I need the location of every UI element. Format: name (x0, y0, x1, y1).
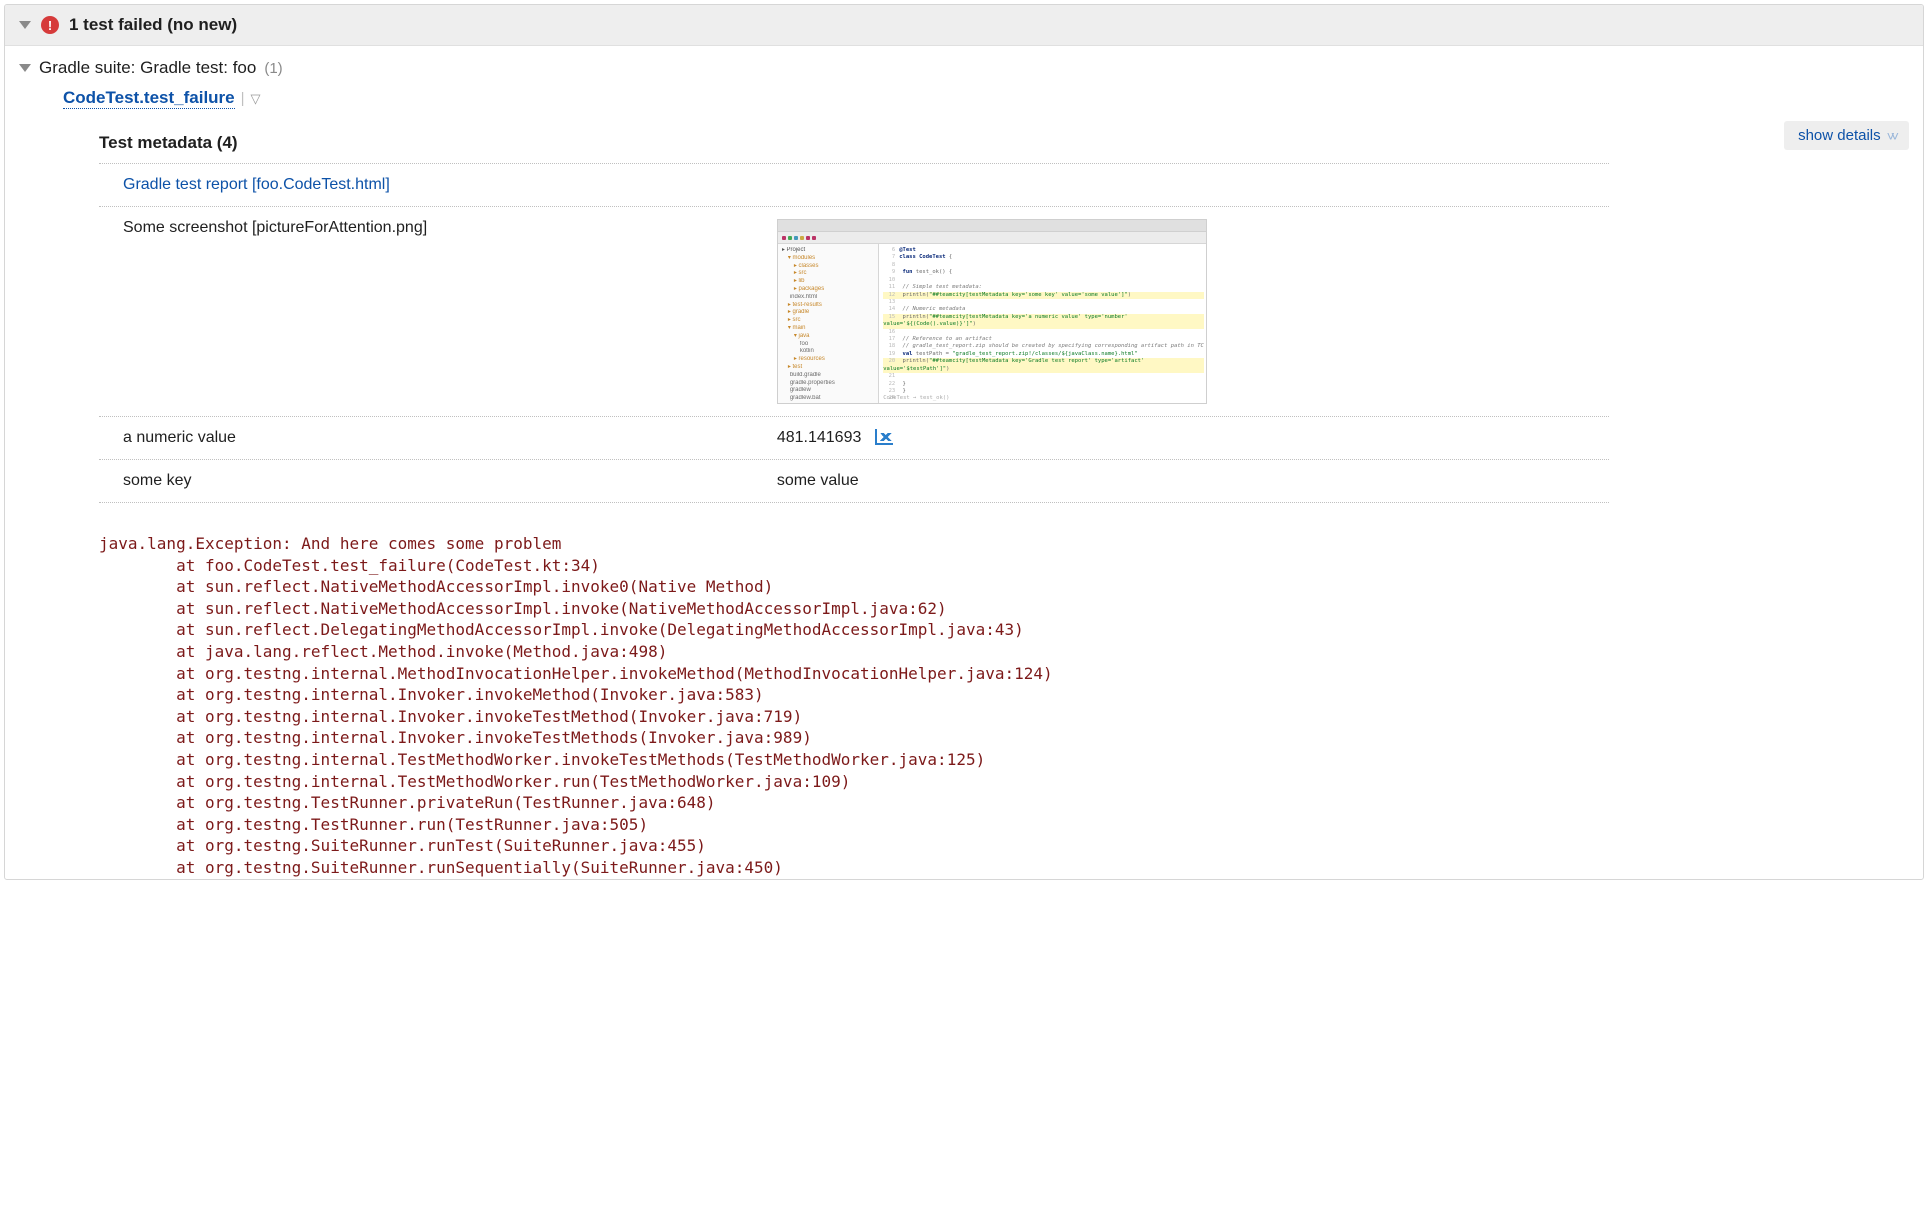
stacktrace: java.lang.Exception: And here comes some… (99, 533, 1909, 879)
metadata-key: a numeric value (123, 429, 777, 447)
metadata-title: Test metadata (4) (99, 133, 1609, 153)
metadata-row: Some screenshot [pictureForAttention.png… (99, 206, 1609, 416)
suite-count: (1) (264, 60, 282, 77)
test-details-panel: show details ˅˅ Test metadata (4) Gradle… (63, 121, 1909, 879)
test-name-link[interactable]: CodeTest.test_failure (63, 88, 235, 109)
test-row: CodeTest.test_failure | ▽ (5, 84, 1923, 115)
metadata-key: some key (123, 472, 777, 490)
screenshot-thumbnail[interactable]: ▸ Project ▾ modules ▸ classes ▸ src ▸ li… (777, 219, 1207, 404)
chevron-double-down-icon: ˅˅ (1887, 128, 1895, 144)
chart-icon[interactable] (875, 429, 893, 445)
metadata-block: Test metadata (4) Gradle test report [fo… (63, 121, 1909, 503)
metadata-value: ▸ Project ▾ modules ▸ classes ▸ src ▸ li… (777, 219, 1609, 404)
metadata-row: Gradle test report [foo.CodeTest.html] (99, 163, 1609, 206)
metadata-key: Some screenshot [pictureForAttention.png… (123, 219, 777, 404)
metadata-row: some key some value (99, 459, 1609, 503)
show-details-button[interactable]: show details ˅˅ (1784, 121, 1909, 150)
test-menu-caret[interactable]: ▽ (251, 91, 261, 107)
metadata-table: Gradle test report [foo.CodeTest.html] S… (99, 163, 1609, 503)
collapse-triangle-icon[interactable] (19, 64, 31, 72)
collapse-triangle-icon[interactable] (19, 21, 31, 29)
header-title: 1 test failed (no new) (69, 15, 237, 35)
suite-row[interactable]: Gradle suite: Gradle test: foo (1) (5, 46, 1923, 84)
error-icon: ! (41, 16, 59, 34)
show-details-label: show details (1798, 127, 1881, 144)
test-results-panel: ! 1 test failed (no new) Gradle suite: G… (4, 4, 1924, 880)
failed-tests-header[interactable]: ! 1 test failed (no new) (5, 5, 1923, 46)
gradle-report-link[interactable]: Gradle test report [foo.CodeTest.html] (123, 176, 390, 193)
metadata-value (777, 176, 1609, 194)
numeric-value: 481.141693 (777, 429, 862, 447)
metadata-key: Gradle test report [foo.CodeTest.html] (123, 176, 777, 194)
metadata-row: a numeric value 481.141693 (99, 416, 1609, 459)
metadata-value: 481.141693 (777, 429, 1609, 447)
suite-label: Gradle suite: Gradle test: foo (39, 58, 256, 78)
metadata-value: some value (777, 472, 1609, 490)
